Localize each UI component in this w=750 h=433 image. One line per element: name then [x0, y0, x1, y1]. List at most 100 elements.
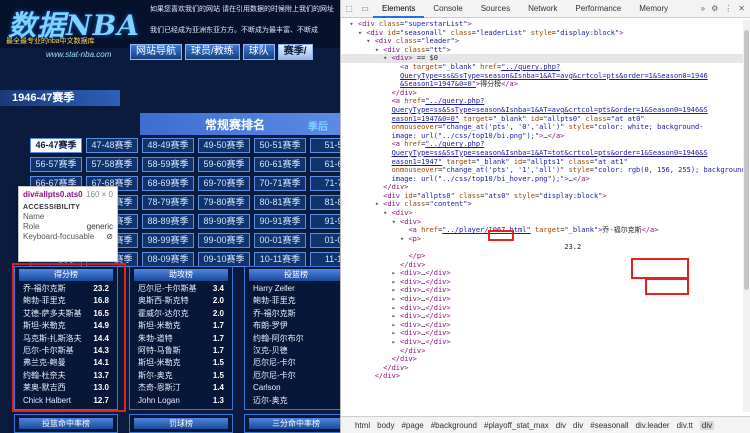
season-button[interactable]: 88-89赛季 — [142, 214, 194, 229]
regular-season-ranking-title[interactable]: 常规赛排名 — [205, 116, 265, 133]
breadcrumb-item[interactable]: div.tt — [677, 421, 693, 430]
season-button[interactable]: 58-59赛季 — [142, 157, 194, 172]
nav-players[interactable]: 球员/教练 — [185, 44, 240, 60]
season-button[interactable]: 01-02 — [310, 233, 340, 248]
season-button[interactable]: 10-11赛季 — [254, 252, 306, 267]
player-name-link[interactable]: 鲍勃-菲里克 — [253, 295, 296, 307]
breadcrumb-item[interactable]: div — [556, 421, 566, 430]
breadcrumb-item[interactable]: #background — [431, 421, 477, 430]
season-button[interactable]: 56-57赛季 — [30, 157, 82, 172]
season-button[interactable]: 91-92 — [310, 214, 340, 229]
season-button[interactable]: 46-47赛季 — [30, 138, 82, 153]
player-name-link[interactable]: 杰奇-恩斯汀 — [138, 382, 181, 394]
season-button[interactable]: 79-80赛季 — [198, 195, 250, 210]
season-button[interactable]: 50-51赛季 — [254, 138, 306, 153]
player-name-link[interactable]: 朱勃-道特 — [138, 333, 173, 345]
season-button[interactable]: 57-58赛季 — [86, 157, 138, 172]
breadcrumb-item[interactable]: body — [377, 421, 394, 430]
dom-line: ▸ <div>…</div> — [341, 320, 451, 329]
season-button[interactable]: 11-12 — [310, 252, 340, 267]
settings-gear-icon[interactable]: ⚙ — [711, 4, 718, 13]
marquee-line-2: 我们已经成为亚洲东亚方方。不断成为最丰富、不断成 — [150, 27, 318, 34]
season-button[interactable]: 71-72 — [310, 176, 340, 191]
season-button[interactable]: 09-10赛季 — [198, 252, 250, 267]
player-name-link[interactable]: Carlson — [253, 382, 281, 394]
season-button[interactable]: 78-79赛季 — [142, 195, 194, 210]
playoffs-title[interactable]: 季后 — [308, 118, 328, 133]
player-name-link[interactable]: 汉克-贝德 — [253, 345, 288, 357]
scrollbar-thumb[interactable] — [744, 30, 749, 290]
season-button[interactable]: 00-01赛季 — [254, 233, 306, 248]
player-name-link[interactable]: 迈尔-奥克 — [253, 395, 288, 407]
tab-console[interactable]: Console — [424, 0, 471, 18]
season-button[interactable]: 49-50赛季 — [198, 138, 250, 153]
leader-row: 布朗-罗伊 — [245, 320, 340, 332]
more-tabs-icon[interactable]: » — [701, 4, 705, 13]
player-name-link[interactable]: 斯坦-米勒克 — [138, 357, 181, 369]
tab-network[interactable]: Network — [519, 0, 566, 18]
device-toolbar-icon[interactable]: ▭ — [357, 4, 373, 13]
panel-title[interactable]: 投篮榜 — [249, 269, 340, 281]
player-name-link[interactable]: 乔-福尔克斯 — [253, 308, 296, 320]
player-name-link[interactable]: 厄尔尼-卡尔斯基 — [138, 283, 197, 295]
nav-seasons[interactable]: 赛季/ — [277, 44, 313, 60]
season-button[interactable]: 70-71赛季 — [254, 176, 306, 191]
player-name-link[interactable]: 霍威尔-达尔克 — [138, 308, 189, 320]
player-stat-value: 1.4 — [212, 383, 224, 393]
season-button[interactable]: 68-69赛季 — [142, 176, 194, 191]
tab-memory[interactable]: Memory — [630, 0, 677, 18]
player-name-link[interactable]: 斯坦-米勒克 — [138, 320, 181, 332]
season-button[interactable]: 60-61赛季 — [254, 157, 306, 172]
player-name-link[interactable]: 约翰-阿尔布尔 — [253, 333, 304, 345]
inspect-element-icon[interactable]: ⬚ — [341, 4, 357, 13]
site-url: www.stat-nba.com — [46, 50, 112, 59]
season-button[interactable]: 47-48赛季 — [86, 138, 138, 153]
season-button[interactable]: 51-52 — [310, 138, 340, 153]
dom-breadcrumb: html body #page #background #playoff_stat_ma… — [341, 416, 750, 433]
player-name-link[interactable]: 厄尔尼-卡尔 — [253, 370, 296, 382]
season-button[interactable]: 69-70赛季 — [198, 176, 250, 191]
player-name-link[interactable]: Harry Zeller — [253, 283, 295, 295]
breadcrumb-item[interactable]: #playoff_stat_max — [484, 421, 549, 430]
fg-leaders-panel: 投篮榜 Harry Zeller 鲍勃-菲里克 乔-福尔克斯 布朗-罗伊 约翰-阿尔布尔… — [244, 266, 340, 410]
player-name-link[interactable]: 斯尔-奥克 — [138, 370, 173, 382]
kebab-menu-icon[interactable]: ⋮ — [724, 4, 732, 13]
breadcrumb-item[interactable]: #seasonall — [590, 421, 628, 430]
player-name-link[interactable]: 阿特-马鲁斯 — [138, 345, 181, 357]
season-button[interactable]: 08-09赛季 — [142, 252, 194, 267]
nav-teams[interactable]: 球队 — [242, 44, 275, 60]
dom-tree-scrollbar[interactable] — [743, 20, 750, 412]
breadcrumb-item[interactable]: div — [573, 421, 583, 430]
season-button[interactable]: 81-82 — [310, 195, 340, 210]
player-name-link[interactable]: 厄尔尼-卡尔 — [253, 357, 296, 369]
season-button[interactable]: 80-81赛季 — [254, 195, 306, 210]
nav-site-guide[interactable]: 网站导航 — [130, 44, 182, 60]
season-button[interactable]: 61-62 — [310, 157, 340, 172]
season-button[interactable]: 98-99赛季 — [142, 233, 194, 248]
fg-pct-panel: 投篮命中率榜 — [14, 414, 118, 433]
dom-line: <a href="../player/1067.html" target="_b… — [408, 226, 659, 235]
panel-title[interactable]: 助攻榜 — [134, 269, 228, 281]
season-button[interactable]: 48-49赛季 — [142, 138, 194, 153]
panel-title[interactable]: 罚球榜 — [134, 418, 228, 429]
season-button[interactable]: 89-90赛季 — [198, 214, 250, 229]
tab-performance[interactable]: Performance — [566, 0, 630, 18]
panel-title[interactable]: 三分命中率榜 — [249, 418, 340, 429]
close-icon[interactable]: ✕ — [738, 4, 745, 13]
season-button[interactable]: 59-60赛季 — [198, 157, 250, 172]
player-name-link[interactable]: John Logan — [138, 395, 180, 407]
player-stat-value: 1.5 — [212, 370, 224, 380]
tab-sources[interactable]: Sources — [472, 0, 519, 18]
tab-elements[interactable]: Elements — [373, 0, 425, 18]
panel-title[interactable]: 投篮命中率榜 — [19, 418, 113, 429]
breadcrumb-item[interactable]: div.leader — [636, 421, 670, 430]
breadcrumb-item[interactable]: html — [355, 421, 370, 430]
breadcrumb-item[interactable]: div — [699, 420, 715, 430]
breadcrumb-item[interactable]: #page — [401, 421, 423, 430]
player-name-link[interactable]: 奥斯西-斯克特 — [138, 295, 189, 307]
season-button[interactable]: 99-00赛季 — [198, 233, 250, 248]
player-name-link[interactable]: 布朗-罗伊 — [253, 320, 288, 332]
season-button[interactable]: 90-91赛季 — [254, 214, 306, 229]
dom-tree[interactable]: ▾ <div class="superstarList"> ▾ <div id=… — [341, 20, 750, 412]
dom-line: ▸ <div>…</div> — [341, 303, 451, 312]
